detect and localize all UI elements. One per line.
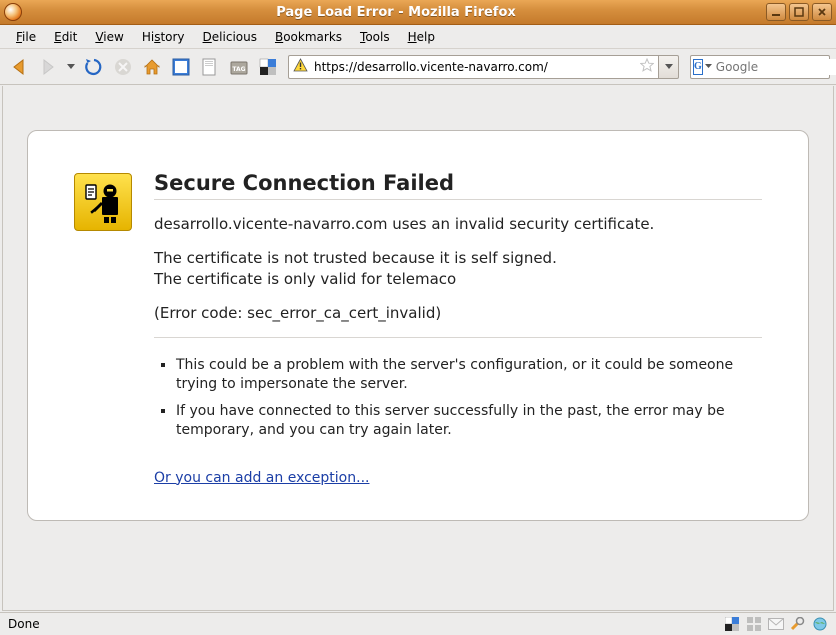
maximize-button[interactable] [789, 3, 809, 21]
mail-status-icon[interactable] [768, 616, 784, 632]
error-advice-item: If you have connected to this server suc… [176, 402, 762, 440]
forward-button[interactable] [35, 54, 61, 80]
error-advice-list: This could be a problem with the server'… [154, 356, 762, 440]
error-line-self-signed: The certificate is not trusted because i… [154, 249, 557, 267]
nav-history-dropdown[interactable] [64, 54, 78, 80]
minimize-button[interactable] [766, 3, 786, 21]
menu-help[interactable]: Help [400, 27, 443, 47]
warning-icon [293, 58, 308, 75]
status-icons [724, 616, 828, 632]
url-input[interactable] [312, 59, 636, 75]
bookmark-star-icon[interactable] [640, 58, 654, 75]
window-titlebar: Page Load Error - Mozilla Firefox [0, 0, 836, 25]
window-title: Page Load Error - Mozilla Firefox [26, 5, 766, 20]
search-input[interactable] [714, 59, 836, 75]
menu-delicious[interactable]: Delicious [195, 27, 265, 47]
svg-text:TAG: TAG [232, 66, 245, 73]
window-controls [766, 3, 832, 21]
page-icon[interactable] [197, 54, 223, 80]
menu-view[interactable]: View [87, 27, 131, 47]
close-button[interactable] [812, 3, 832, 21]
menu-edit[interactable]: Edit [46, 27, 85, 47]
menu-bookmarks[interactable]: Bookmarks [267, 27, 350, 47]
menu-file[interactable]: File [8, 27, 44, 47]
tag-icon[interactable]: TAG [226, 54, 252, 80]
ssl-error-icon [74, 173, 132, 231]
searchbar[interactable]: G [690, 55, 830, 79]
delicious-icon[interactable] [255, 54, 281, 80]
menu-tools[interactable]: Tools [352, 27, 398, 47]
home-button[interactable] [139, 54, 165, 80]
stop-button[interactable] [110, 54, 136, 80]
reload-button[interactable] [81, 54, 107, 80]
add-exception-link[interactable]: Or you can add an exception... [154, 470, 369, 486]
globe-status-icon[interactable] [812, 616, 828, 632]
firefox-icon [4, 3, 22, 21]
error-line-valid-for: The certificate is only valid for telema… [154, 270, 456, 288]
network-status-icon[interactable] [746, 616, 762, 632]
menubar: File Edit View History Delicious Bookmar… [0, 25, 836, 49]
search-engine-dropdown[interactable] [705, 64, 712, 69]
statusbar: Done [0, 612, 836, 635]
browser-content: Secure Connection Failed desarrollo.vice… [2, 86, 834, 611]
navigation-toolbar: TAG G [0, 49, 836, 85]
feeds-icon[interactable] [168, 54, 194, 80]
error-line-invalid-cert: desarrollo.vicente-navarro.com uses an i… [154, 214, 762, 234]
urlbar[interactable] [288, 55, 659, 79]
menu-history[interactable]: History [134, 27, 193, 47]
urlbar-container [288, 55, 679, 79]
urlbar-dropdown[interactable] [659, 55, 679, 79]
status-text: Done [8, 617, 724, 631]
error-code: (Error code: sec_error_ca_cert_invalid) [154, 303, 762, 323]
error-advice-item: This could be a problem with the server'… [176, 356, 762, 394]
delicious-status-icon[interactable] [724, 616, 740, 632]
error-page-card: Secure Connection Failed desarrollo.vice… [27, 130, 809, 521]
settings-status-icon[interactable] [790, 616, 806, 632]
google-engine-icon[interactable]: G [693, 59, 703, 75]
back-button[interactable] [6, 54, 32, 80]
error-title: Secure Connection Failed [154, 171, 762, 200]
